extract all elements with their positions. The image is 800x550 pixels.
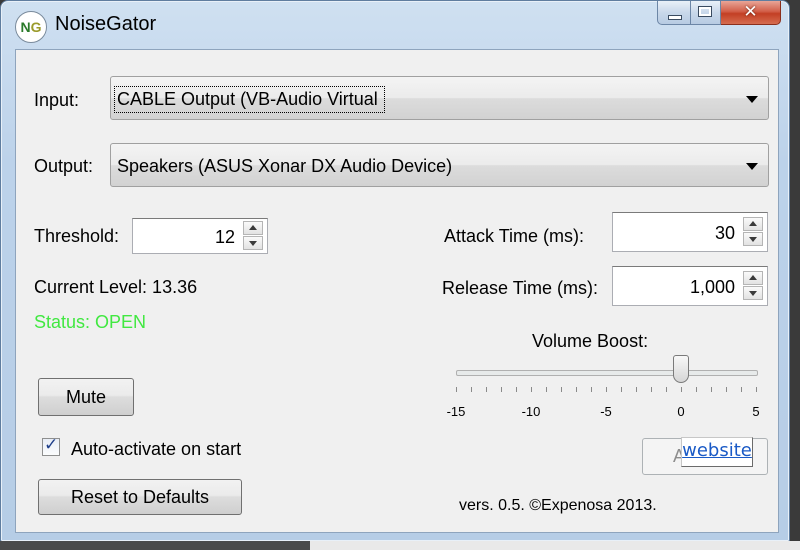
client-area: Input: CABLE Output (VB-Audio Virtual Ou…: [15, 49, 779, 533]
auto-activate-checkbox[interactable]: ✓: [42, 435, 60, 456]
input-device-value: CABLE Output (VB-Audio Virtual: [114, 86, 385, 113]
slider-tick-label: -15: [446, 404, 466, 419]
attack-time-spinner[interactable]: 30: [612, 212, 768, 252]
slider-tick-label: 5: [752, 404, 760, 419]
mute-button[interactable]: Mute: [38, 378, 134, 416]
title-bar[interactable]: NG NoiseGator ✕: [1, 1, 789, 49]
slider-tick: [546, 387, 547, 392]
spin-up-icon[interactable]: [243, 221, 263, 235]
slider-tick: [741, 387, 742, 392]
release-time-label: Release Time (ms):: [442, 278, 599, 298]
chevron-down-icon: [746, 163, 758, 170]
website-link[interactable]: website: [681, 437, 753, 467]
threshold-spin-arrows: [243, 221, 265, 251]
desktop-strip: [0, 541, 310, 550]
output-device-select[interactable]: Speakers (ASUS Xonar DX Audio Device): [110, 143, 769, 187]
spin-up-icon[interactable]: [743, 271, 763, 285]
minimize-icon: [668, 15, 682, 20]
slider-tick: [711, 387, 712, 392]
maximize-icon: [698, 6, 712, 17]
threshold-spinner[interactable]: 12: [132, 218, 268, 254]
slider-tick: [681, 387, 682, 392]
slider-tick-label: -5: [600, 404, 612, 419]
slider-tick: [621, 387, 622, 392]
slider-tick: [651, 387, 652, 392]
maximize-button[interactable]: [691, 1, 721, 25]
attack-spin-arrows: [743, 217, 765, 247]
close-button[interactable]: ✕: [721, 1, 781, 25]
slider-tick: [561, 387, 562, 392]
slider-tick: [606, 387, 607, 392]
caption-buttons: ✕: [657, 1, 781, 27]
slider-tick: [576, 387, 577, 392]
status-text: Status: OPEN: [34, 312, 147, 332]
slider-tick: [501, 387, 502, 392]
slider-tick: [516, 387, 517, 392]
slider-tick: [696, 387, 697, 392]
slider-tick-label: 0: [677, 404, 685, 419]
volume-boost-thumb[interactable]: [673, 355, 689, 383]
output-device-value: Speakers (ASUS Xonar DX Audio Device): [117, 156, 453, 176]
slider-tick: [591, 387, 592, 392]
threshold-label: Threshold:: [34, 226, 120, 246]
volume-boost-label: Volume Boost:: [532, 331, 649, 351]
minimize-button[interactable]: [657, 1, 691, 25]
close-icon: ✕: [743, 2, 758, 22]
slider-tick: [471, 387, 472, 392]
threshold-value: 12: [214, 227, 235, 247]
slider-tick: [726, 387, 727, 392]
attack-time-value: 30: [714, 223, 735, 243]
release-time-value: 1,000: [689, 277, 735, 297]
app-logo-icon: NG: [15, 11, 47, 43]
reset-to-defaults-button[interactable]: Reset to Defaults: [38, 479, 242, 515]
input-label: Input:: [34, 90, 80, 110]
slider-tick-label: -10: [521, 404, 541, 419]
slider-tick: [456, 387, 457, 392]
slider-tick: [756, 387, 757, 392]
release-spin-arrows: [743, 271, 765, 301]
spin-down-icon[interactable]: [743, 286, 763, 300]
current-level-readout: Current Level: 13.36: [34, 277, 198, 297]
attack-time-label: Attack Time (ms):: [444, 226, 585, 246]
noisegator-window: NG NoiseGator ✕ Input: CABLE Output (VB-…: [0, 0, 790, 542]
auto-activate-label: Auto-activate on start: [71, 439, 242, 459]
output-label: Output:: [34, 156, 94, 176]
input-device-select[interactable]: CABLE Output (VB-Audio Virtual: [110, 76, 769, 120]
checkmark-icon: ✓: [44, 435, 59, 455]
spin-down-icon[interactable]: [243, 236, 263, 250]
slider-tick: [666, 387, 667, 392]
spin-up-icon[interactable]: [743, 217, 763, 231]
release-time-spinner[interactable]: 1,000: [612, 266, 768, 306]
spin-down-icon[interactable]: [743, 232, 763, 246]
window-title: NoiseGator: [55, 13, 157, 35]
slider-tick: [531, 387, 532, 392]
volume-boost-track[interactable]: [456, 370, 758, 376]
version-text: vers. 0.5. ©Expenosa 2013.: [459, 497, 657, 514]
slider-tick: [486, 387, 487, 392]
slider-tick: [636, 387, 637, 392]
chevron-down-icon: [746, 96, 758, 103]
background-window-strip: [310, 541, 800, 550]
